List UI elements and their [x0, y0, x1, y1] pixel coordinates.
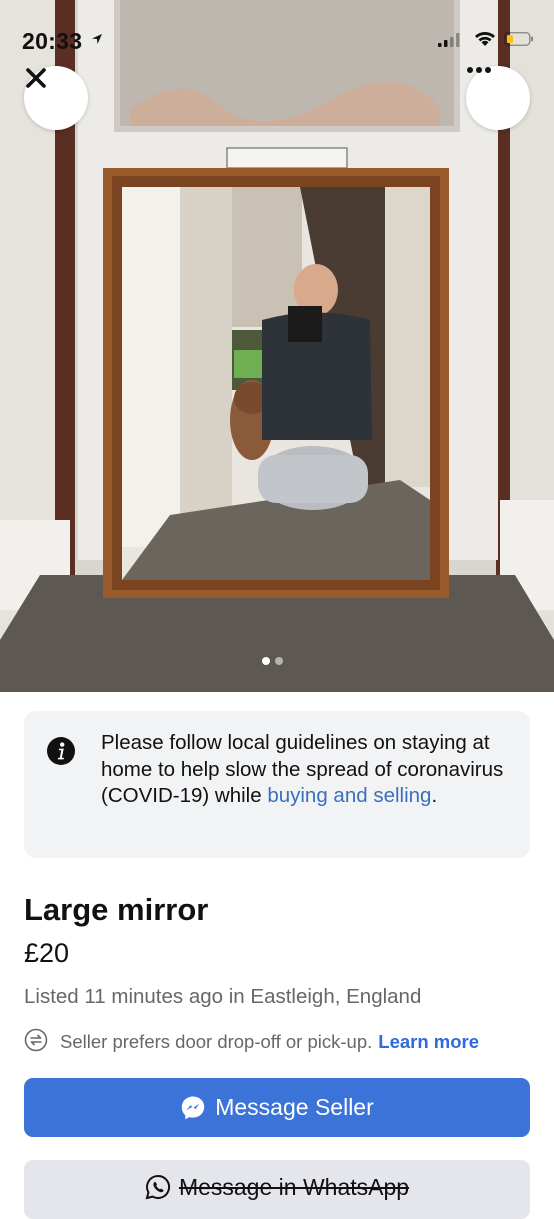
- status-time: 20:33: [22, 28, 83, 54]
- whatsapp-button[interactable]: Message in WhatsApp: [24, 1160, 530, 1219]
- close-icon: [26, 68, 46, 88]
- messenger-icon: [182, 1096, 205, 1119]
- more-options-button[interactable]: [466, 66, 530, 130]
- carousel-dot-active[interactable]: [262, 657, 270, 665]
- info-icon: [46, 736, 76, 771]
- exchange-icon: [24, 1028, 48, 1057]
- listing-price: £20: [24, 938, 70, 968]
- carousel-dot[interactable]: [275, 657, 283, 665]
- delivery-preference-row: Seller prefers door drop-off or pick-up.…: [24, 1028, 479, 1056]
- learn-more-link[interactable]: Learn more: [378, 1031, 479, 1053]
- whatsapp-label: Message in WhatsApp: [178, 1174, 410, 1200]
- buying-and-selling-link[interactable]: buying and selling: [267, 784, 431, 807]
- listing-meta: Listed 11 minutes ago in Eastleigh, Engl…: [24, 985, 422, 1008]
- delivery-preference-text: Seller prefers door drop-off or pick-up.: [60, 1031, 373, 1052]
- covid-notice-card: Please follow local guidelines on stayin…: [24, 711, 530, 858]
- message-seller-button[interactable]: Message Seller: [24, 1078, 530, 1137]
- listing-title: Large mirror: [24, 892, 209, 927]
- more-icon: [467, 67, 491, 73]
- close-button[interactable]: [24, 66, 88, 130]
- notice-suffix: .: [431, 784, 438, 807]
- whatsapp-icon: [145, 1174, 170, 1200]
- message-seller-label: Message Seller: [215, 1094, 374, 1120]
- notice-text: Please follow local guidelines on stayin…: [101, 730, 511, 810]
- listing-photo[interactable]: 20:33: [0, 0, 554, 692]
- carousel-indicator: [262, 657, 283, 665]
